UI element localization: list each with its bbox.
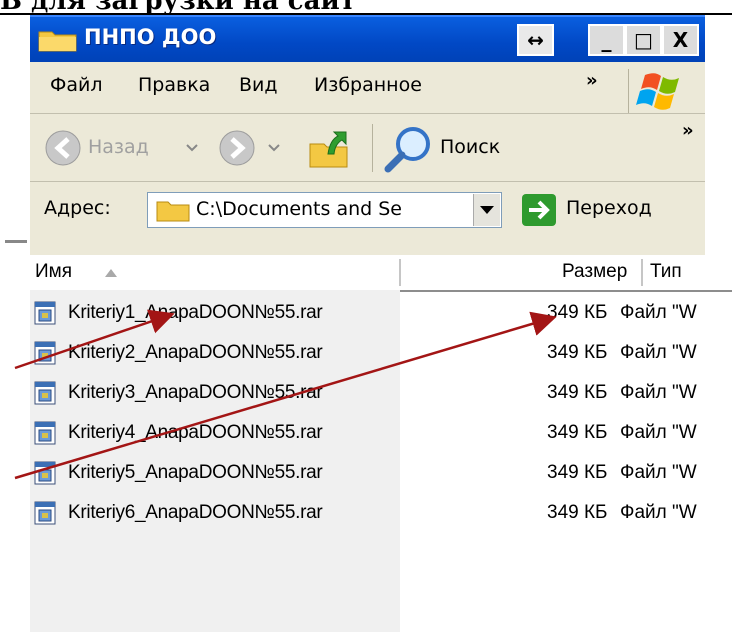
annotation-overlay (14, 309, 557, 480)
annotation-arrow-filesize (14, 311, 557, 480)
annotation-arrow-filename (14, 309, 175, 370)
